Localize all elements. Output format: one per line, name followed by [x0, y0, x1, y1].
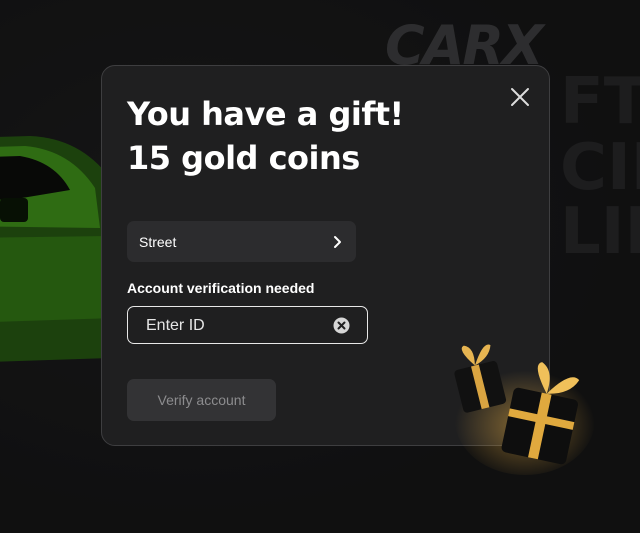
gift-title-line2: 15 gold coins [127, 139, 360, 177]
id-input[interactable] [144, 307, 328, 344]
clear-circle-icon[interactable] [333, 317, 350, 334]
server-select[interactable]: Street [127, 221, 356, 262]
gift-modal: You have a gift! 15 gold coins Street Ac… [101, 65, 550, 446]
gift-title-line1: You have a gift! [127, 95, 404, 133]
gift-title: You have a gift! 15 gold coins [127, 92, 404, 180]
verification-label: Account verification needed [127, 280, 315, 296]
server-select-value: Street [139, 233, 177, 250]
chevron-right-icon [334, 235, 341, 248]
close-icon[interactable] [509, 86, 531, 108]
id-field [127, 306, 368, 344]
verify-account-button[interactable]: Verify account [127, 379, 276, 421]
